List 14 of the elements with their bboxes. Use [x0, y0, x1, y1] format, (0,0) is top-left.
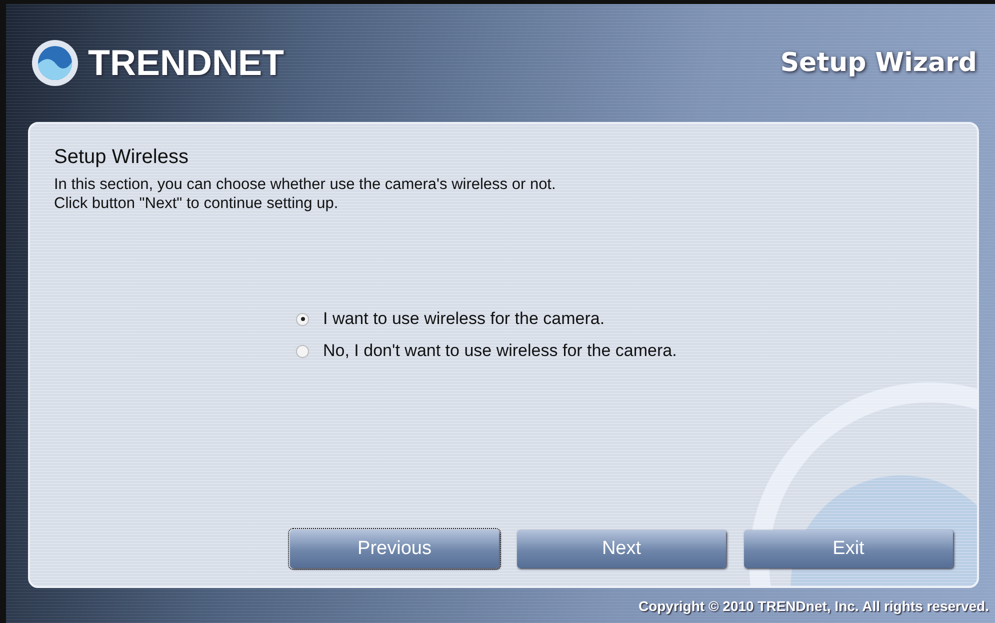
- wireless-option[interactable]: No, I don't want to use wireless for the camera.: [296, 341, 953, 361]
- wireless-option[interactable]: I want to use wireless for the camera.: [296, 309, 953, 329]
- radio-button[interactable]: [296, 344, 309, 358]
- section-description: Click button "Next" to continue setting up.: [54, 194, 340, 213]
- section-heading: Setup Wireless: [54, 146, 190, 169]
- wizard-title: Setup Wizard: [780, 48, 977, 78]
- brand-name: TRENDNET: [88, 42, 284, 84]
- section-description: In this section, you can choose whether use the camera's wireless or not.: [54, 175, 557, 194]
- logo-icon: [30, 38, 80, 88]
- wizard-button[interactable]: Previous: [290, 530, 499, 568]
- wizard-button[interactable]: Next: [517, 530, 726, 568]
- radio-button[interactable]: [296, 312, 309, 326]
- wizard-button[interactable]: Exit: [744, 530, 953, 568]
- copyright-text: Copyright © 2010 TRENDnet, Inc. All rights reserved.: [638, 598, 989, 614]
